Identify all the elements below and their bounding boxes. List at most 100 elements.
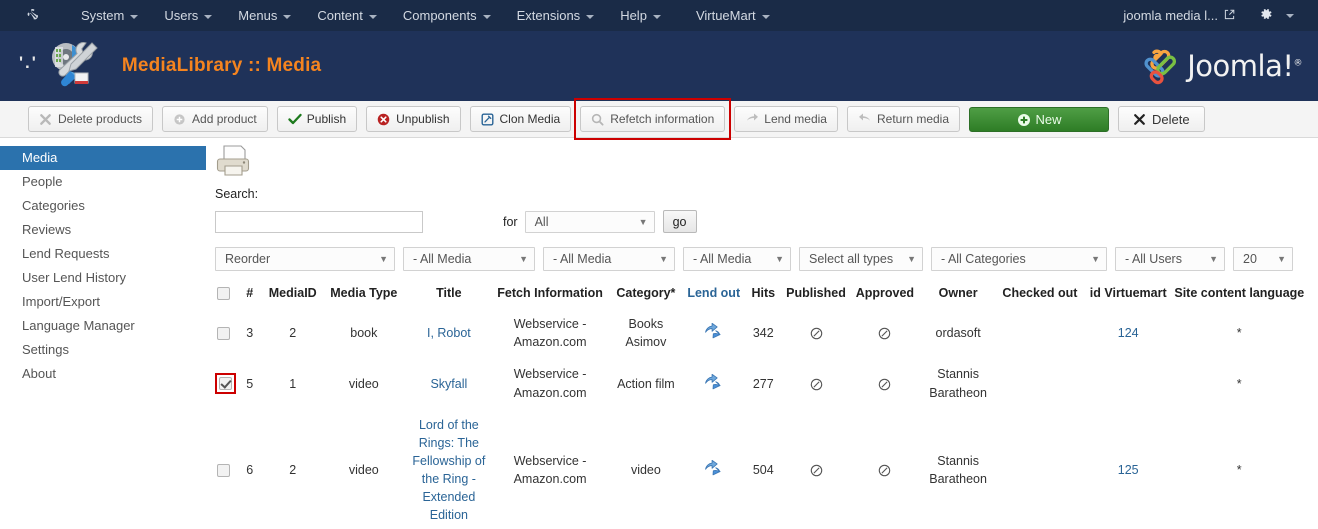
sidebar-item-settings[interactable]: Settings bbox=[0, 338, 206, 362]
menu-item-extensions[interactable]: Extensions bbox=[504, 0, 608, 31]
add-product-button[interactable]: Add product bbox=[162, 106, 268, 132]
column-header-category[interactable]: Category* bbox=[608, 284, 683, 308]
sidebar-item-user-lend-history[interactable]: User Lend History bbox=[0, 266, 206, 290]
cell-approved bbox=[849, 409, 920, 528]
filter-users-select[interactable]: - All Users ▼ bbox=[1115, 247, 1225, 271]
cell-mediaid: 2 bbox=[289, 326, 297, 341]
delete-icon bbox=[39, 113, 52, 126]
virtuemart-id-link[interactable]: 125 bbox=[1118, 463, 1139, 477]
button-label: Add product bbox=[192, 112, 257, 126]
column-header-title[interactable]: Title bbox=[406, 284, 492, 308]
media-title-link[interactable]: Skyfall bbox=[430, 377, 467, 391]
return-media-button[interactable]: Return media bbox=[846, 106, 961, 132]
sidebar-item-reviews[interactable]: Reviews bbox=[0, 218, 206, 242]
joomla-logo-icon[interactable] bbox=[16, 7, 52, 25]
column-header-mediatype[interactable]: Media Type bbox=[322, 284, 406, 308]
column-header-idvirtuemart[interactable]: id Virtuemart bbox=[1084, 284, 1172, 308]
column-header-hits[interactable]: Hits bbox=[744, 284, 783, 308]
lend-arrow-icon[interactable] bbox=[704, 323, 723, 343]
column-header-mediaid[interactable]: MediaID bbox=[264, 284, 322, 308]
menu-item-virtuemart[interactable]: VirtueMart bbox=[674, 0, 783, 31]
site-name-link[interactable]: joomla media l... bbox=[1117, 8, 1241, 23]
menu-item-content[interactable]: Content bbox=[304, 0, 390, 31]
cell-hits: 342 bbox=[752, 326, 774, 341]
filter-media-3-select[interactable]: - All Media ▼ bbox=[683, 247, 791, 271]
menu-item-system[interactable]: System bbox=[68, 0, 151, 31]
media-title-link[interactable]: Lord of the Rings: The Fellowship of the… bbox=[412, 418, 485, 523]
virtuemart-id-link[interactable]: 124 bbox=[1118, 326, 1139, 340]
row-checkbox[interactable] bbox=[217, 464, 231, 478]
menu-item-label: Menus bbox=[238, 8, 278, 23]
media-title-link[interactable]: I, Robot bbox=[427, 326, 471, 340]
select-value: - All Categories bbox=[941, 252, 1026, 266]
menu-item-label: Extensions bbox=[516, 8, 581, 23]
column-header-approved[interactable]: Approved bbox=[849, 284, 920, 308]
chevron-down-icon: ▼ bbox=[519, 254, 528, 264]
chevron-down-icon bbox=[761, 14, 770, 19]
sidebar-item-label: People bbox=[22, 174, 63, 189]
delete-button[interactable]: Delete bbox=[1118, 106, 1205, 132]
sidebar-item-about[interactable]: About bbox=[0, 362, 206, 386]
unpublished-circle-icon[interactable] bbox=[810, 378, 823, 391]
sidebar-item-categories[interactable]: Categories bbox=[0, 194, 206, 218]
select-value: Select all types bbox=[809, 252, 894, 266]
external-link-icon bbox=[1224, 8, 1235, 23]
unpublished-circle-icon[interactable] bbox=[878, 378, 891, 391]
row-checkbox[interactable] bbox=[217, 327, 231, 341]
admin-menu-bar: System Users Menus Content Components Ex… bbox=[0, 0, 1318, 31]
unpublish-button[interactable]: Unpublish bbox=[366, 106, 461, 132]
menu-item-components[interactable]: Components bbox=[390, 0, 504, 31]
return-icon bbox=[858, 113, 871, 126]
joomla-wordmark: Joomla!® bbox=[1187, 49, 1302, 83]
filter-media-1-select[interactable]: - All Media ▼ bbox=[403, 247, 535, 271]
filter-categories-select[interactable]: - All Categories ▼ bbox=[931, 247, 1107, 271]
sidebar-item-label: Media bbox=[22, 150, 58, 165]
chevron-down-icon bbox=[283, 14, 292, 19]
table-row: 5 1 video Skyfall Webservice - Amazon.co… bbox=[212, 358, 1306, 408]
print-button[interactable] bbox=[212, 144, 1318, 183]
chevron-down-icon bbox=[482, 14, 491, 19]
column-header-owner[interactable]: Owner bbox=[920, 284, 995, 308]
column-header-checkedout[interactable]: Checked out bbox=[996, 284, 1084, 308]
delete-products-button[interactable]: Delete products bbox=[28, 106, 154, 132]
filter-media-2-select[interactable]: - All Media ▼ bbox=[543, 247, 675, 271]
cell-hits: 504 bbox=[752, 463, 774, 478]
column-header-language[interactable]: Site content language bbox=[1172, 284, 1306, 308]
new-button[interactable]: New bbox=[969, 106, 1110, 132]
search-input[interactable] bbox=[215, 210, 423, 233]
filter-reorder-select[interactable]: Reorder ▼ bbox=[215, 247, 395, 271]
menu-item-help[interactable]: Help bbox=[607, 0, 674, 31]
settings-menu[interactable] bbox=[1241, 7, 1304, 24]
sidebar-item-lend-requests[interactable]: Lend Requests bbox=[0, 242, 206, 266]
filter-limit-select[interactable]: 20 ▼ bbox=[1233, 247, 1293, 271]
lend-arrow-icon[interactable] bbox=[704, 459, 723, 480]
sidebar-item-language-manager[interactable]: Language Manager bbox=[0, 314, 206, 338]
component-header: '.' MediaLibrary :: Media Joomla!® bbox=[0, 31, 1318, 101]
button-label: Publish bbox=[306, 112, 347, 126]
unpublished-circle-icon[interactable] bbox=[810, 327, 823, 340]
sidebar-item-media[interactable]: Media bbox=[0, 146, 206, 170]
menu-item-menus[interactable]: Menus bbox=[225, 0, 304, 31]
sidebar-item-import-export[interactable]: Import/Export bbox=[0, 290, 206, 314]
refetch-information-button[interactable]: Refetch information bbox=[574, 98, 732, 140]
cell-language: * bbox=[1236, 463, 1242, 478]
column-header-published[interactable]: Published bbox=[783, 284, 850, 308]
lend-arrow-icon[interactable] bbox=[704, 373, 723, 394]
column-header-fetch[interactable]: Fetch Information bbox=[492, 284, 608, 308]
chevron-down-icon: ▼ bbox=[775, 254, 784, 264]
unpublished-circle-icon[interactable] bbox=[878, 464, 891, 477]
menu-item-users[interactable]: Users bbox=[151, 0, 225, 31]
unpublished-circle-icon[interactable] bbox=[878, 327, 891, 340]
filter-types-select[interactable]: Select all types ▼ bbox=[799, 247, 923, 271]
select-all-checkbox[interactable] bbox=[217, 287, 231, 301]
publish-button[interactable]: Publish bbox=[276, 106, 358, 132]
clon-media-button[interactable]: Clon Media bbox=[469, 106, 572, 132]
row-checkbox[interactable] bbox=[219, 377, 232, 391]
unpublished-circle-icon[interactable] bbox=[810, 464, 823, 477]
search-scope-select[interactable]: All ▼ bbox=[524, 210, 655, 233]
lend-media-button[interactable]: Lend media bbox=[734, 106, 838, 132]
go-button[interactable]: go bbox=[662, 210, 697, 233]
sidebar-item-people[interactable]: People bbox=[0, 170, 206, 194]
column-header-lendout[interactable]: Lend out bbox=[684, 284, 744, 308]
column-header-num[interactable]: # bbox=[236, 284, 264, 308]
